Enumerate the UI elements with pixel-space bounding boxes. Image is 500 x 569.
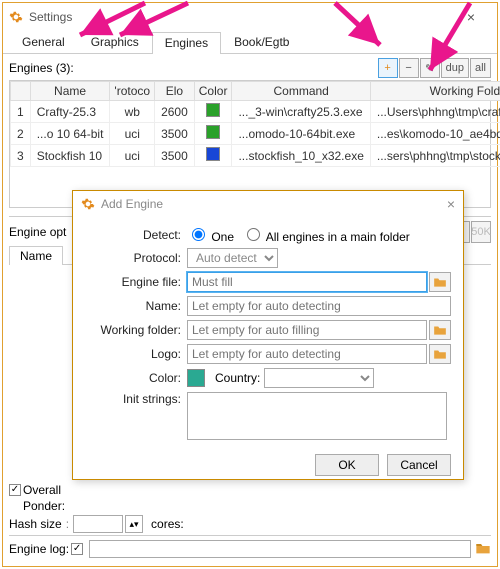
logo-input[interactable] — [187, 344, 427, 364]
detect-one-radio[interactable]: One — [187, 225, 234, 244]
table-row[interactable]: 1 Crafty-25.3 wb 2600 ..._3-win\crafty25… — [11, 101, 500, 123]
overall-checkbox[interactable]: ✓ — [9, 484, 21, 496]
working-folder-input[interactable] — [187, 320, 427, 340]
overall-label: Overall — [23, 483, 61, 497]
detect-all-radio[interactable]: All engines in a main folder — [242, 225, 410, 244]
tab-engines[interactable]: Engines — [152, 32, 221, 54]
color-swatch — [206, 147, 220, 161]
gear-icon — [9, 10, 23, 24]
tab-general[interactable]: General — [9, 31, 78, 53]
logo-browse-button[interactable] — [429, 344, 451, 364]
country-select[interactable] — [264, 368, 374, 388]
table-row[interactable]: 2 ...o 10 64-bit uci 3500 ...omodo-10-64… — [11, 123, 500, 145]
engines-toolbar: Engines (3): + − ✎ dup all — [3, 54, 497, 80]
folder-icon[interactable] — [475, 541, 491, 558]
hash-size-label: Hash size — [9, 517, 62, 531]
country-label: Country: — [215, 371, 260, 385]
subtab-name[interactable]: Name — [9, 246, 63, 265]
duplicate-engine-button[interactable]: dup — [441, 58, 469, 78]
engine-log-path-input[interactable] — [89, 540, 471, 558]
window-title: Settings — [29, 10, 451, 24]
engine-file-label: Engine file: — [85, 275, 181, 289]
window-close-button[interactable]: × — [451, 9, 491, 25]
col-name[interactable]: Name — [30, 82, 110, 101]
color-swatch — [206, 103, 220, 117]
logo-label: Logo: — [85, 347, 181, 361]
add-engine-button[interactable]: + — [378, 58, 398, 78]
working-folder-browse-button[interactable] — [429, 320, 451, 340]
tab-graphics[interactable]: Graphics — [78, 31, 152, 53]
cores-label: cores: — [151, 517, 184, 531]
detect-label: Detect: — [85, 228, 181, 242]
add-engine-dialog: Add Engine × Detect: One All engines in … — [72, 190, 464, 480]
engine-log-checkbox[interactable]: ✓ — [71, 543, 83, 555]
ponder-label: Ponder: — [23, 499, 73, 513]
col-command[interactable]: Command — [232, 82, 370, 101]
titlebar: Settings × — [3, 3, 497, 31]
col-elo[interactable]: Elo — [155, 82, 195, 101]
extra-button[interactable]: 50K — [471, 221, 491, 243]
protocol-select[interactable]: Auto detect — [187, 248, 278, 268]
remove-engine-button[interactable]: − — [399, 58, 419, 78]
hash-size-input[interactable] — [73, 515, 123, 533]
engine-file-browse-button[interactable] — [429, 272, 451, 292]
edit-engine-button[interactable]: ✎ — [420, 58, 440, 78]
dialog-close-button[interactable]: × — [447, 196, 455, 212]
hash-stepper[interactable]: ▴▾ — [125, 515, 143, 533]
engine-file-input[interactable] — [187, 272, 427, 292]
color-picker[interactable] — [187, 369, 205, 387]
select-all-engines-button[interactable]: all — [470, 58, 491, 78]
init-strings-input[interactable] — [187, 392, 447, 440]
tab-book-egtb[interactable]: Book/Egtb — [221, 31, 302, 53]
color-swatch — [206, 125, 220, 139]
col-working-folder[interactable]: Working Folder — [370, 82, 500, 101]
engine-log-label: Engine log: — [9, 542, 69, 556]
dialog-title: Add Engine — [101, 197, 447, 211]
dialog-titlebar: Add Engine × — [73, 191, 463, 217]
protocol-label: Protocol: — [85, 251, 181, 265]
name-input[interactable] — [187, 296, 451, 316]
working-folder-label: Working folder: — [85, 323, 181, 337]
main-tabs: General Graphics Engines Book/Egtb — [3, 31, 497, 54]
gear-icon — [81, 197, 95, 211]
engines-table: Name 'rotoco Elo Color Command Working F… — [9, 80, 491, 208]
color-label: Color: — [85, 371, 181, 385]
table-row[interactable]: 3 Stockfish 10 uci 3500 ...stockfish_10_… — [11, 145, 500, 167]
table-header-row: Name 'rotoco Elo Color Command Working F… — [11, 82, 500, 101]
col-index — [11, 82, 31, 101]
col-protocol[interactable]: 'rotoco — [110, 82, 155, 101]
init-strings-label: Init strings: — [85, 392, 181, 406]
name-label: Name: — [85, 299, 181, 313]
bottom-panel: ✓ Overall Ponder: Hash size : ▴▾ cores: … — [9, 481, 491, 560]
engines-count-label: Engines (3): — [9, 61, 377, 75]
cancel-button[interactable]: Cancel — [387, 454, 451, 476]
col-color[interactable]: Color — [194, 82, 232, 101]
ok-button[interactable]: OK — [315, 454, 379, 476]
